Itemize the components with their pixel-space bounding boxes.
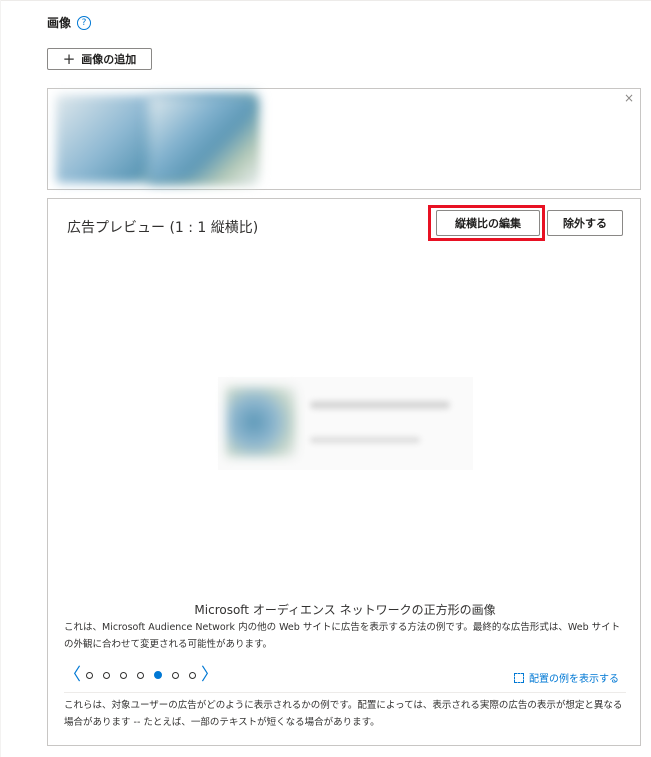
divider [64, 692, 626, 693]
ad-preview-card [218, 377, 473, 470]
ad-text-placeholder [310, 437, 420, 443]
show-placement-examples-link[interactable]: 配置の例を表示する [514, 670, 619, 685]
carousel-dot[interactable] [103, 671, 110, 679]
carousel-dot[interactable] [86, 671, 93, 679]
ad-preview-panel: 広告プレビュー (1 : 1 縦横比) 縦横比の編集 除外する Microsof… [47, 198, 641, 746]
chevron-left-icon[interactable]: 〈 [64, 667, 81, 684]
carousel-dot[interactable] [120, 671, 127, 679]
ad-headline-placeholder [310, 401, 450, 409]
preview-title: 広告プレビュー (1 : 1 縦横比) [67, 220, 259, 236]
add-image-label: 画像の追加 [81, 53, 137, 66]
carousel-dot[interactable] [172, 671, 179, 679]
highlight-frame [428, 205, 545, 241]
carousel-dot[interactable] [137, 671, 144, 679]
ad-preview-image [226, 387, 296, 457]
expand-icon [514, 672, 524, 683]
help-icon[interactable]: ? [77, 15, 92, 30]
caption-title: Microsoft オーディエンス ネットワークの正方形の画像 [194, 603, 496, 617]
add-image-button[interactable]: + 画像の追加 [47, 48, 152, 70]
carousel-dot[interactable] [189, 671, 196, 679]
top-divider [0, 0, 651, 1]
footer-note: これらは、対象ユーザーの広告がどのように表示されるかの例です。配置によっては、表… [64, 700, 623, 728]
caption-description: これは、Microsoft Audience Network 内の他の Web … [64, 622, 621, 650]
plus-icon: + [62, 49, 76, 68]
chevron-right-icon[interactable]: 〉 [201, 667, 218, 684]
left-divider [0, 0, 1, 757]
remove-button[interactable]: 除外する [547, 210, 623, 236]
carousel-nav: 〈 〉 [64, 667, 218, 684]
image-thumbnail-2[interactable] [148, 95, 258, 183]
example-link-label: 配置の例を表示する [529, 674, 619, 685]
images-title-label: 画像 [47, 16, 72, 30]
carousel-dot-active[interactable] [154, 671, 162, 679]
close-icon[interactable]: × [624, 91, 634, 105]
selected-images-box: × [47, 88, 641, 190]
images-section-title: 画像 ? [47, 14, 92, 31]
